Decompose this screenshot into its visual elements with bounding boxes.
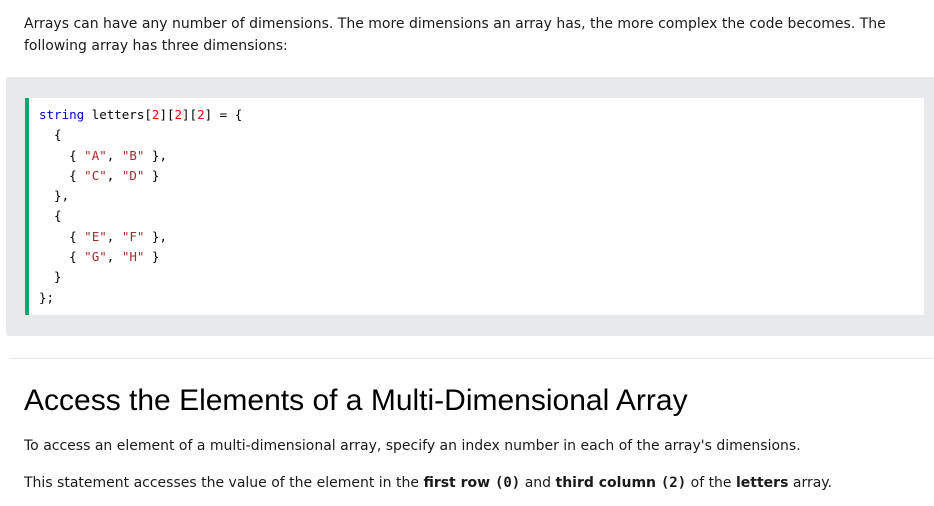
statement-description-paragraph: This statement accesses the value of the… (24, 475, 833, 491)
intro-paragraph: Arrays can have any number of dimensions… (24, 16, 886, 54)
code-line-row: { "A", "B" }, (69, 147, 167, 163)
code-assignment: = { (212, 107, 243, 122)
code-string: "F" (121, 228, 145, 244)
code-line: }; (39, 289, 55, 305)
section-divider (10, 358, 934, 359)
code-line: { (39, 127, 62, 143)
code-line: }, (39, 188, 70, 204)
code-string: "H" (121, 249, 145, 265)
code-dimension-2: 2 (174, 107, 183, 122)
third-column-emphasis: third column (2) (555, 475, 687, 491)
code-line-declaration: string letters[2][2][2] = { (39, 107, 243, 122)
letters-array-emphasis: letters (736, 475, 789, 491)
code-line-row: { "E", "F" }, (69, 228, 167, 244)
code-line: } (39, 269, 62, 285)
code-string: "C" (84, 167, 107, 183)
code-variable-name: letters (84, 107, 145, 122)
code-line-row: { "C", "D" } (69, 167, 160, 183)
section-heading: Access the Elements of a Multi-Dimension… (24, 384, 688, 417)
code-dimension-1: 2 (151, 107, 160, 122)
code-example-container: string letters[2][2][2] = { { { "A", "B"… (6, 77, 934, 336)
code-line: { (39, 208, 62, 224)
code-string: "B" (121, 147, 145, 163)
code-line-row: { "G", "H" } (69, 249, 160, 265)
code-keyword-type: string (39, 107, 85, 122)
code-dimension-3: 2 (197, 107, 205, 122)
access-description-paragraph: To access an element of a multi-dimensio… (24, 438, 801, 454)
code-string: "G" (84, 249, 107, 265)
code-string: "E" (84, 228, 107, 244)
code-block: string letters[2][2][2] = { { { "A", "B"… (25, 98, 924, 315)
code-string: "A" (84, 147, 107, 163)
code-string: "D" (121, 167, 145, 183)
first-row-emphasis: first row (0) (423, 475, 521, 491)
